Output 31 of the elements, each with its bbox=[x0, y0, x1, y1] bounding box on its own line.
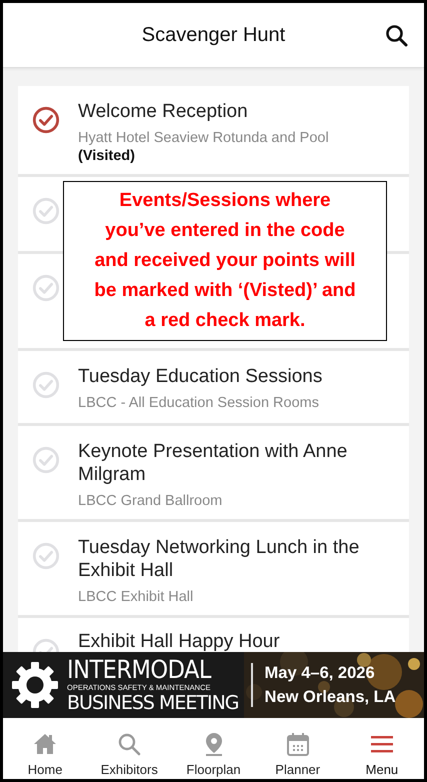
nav-tab[interactable]: Menu bbox=[340, 718, 424, 779]
event-title: Tuesday Education Sessions bbox=[78, 365, 324, 388]
event-card[interactable]: Keynote Presentation with Anne Milgram LBCC Grand Ballroom bbox=[18, 426, 409, 522]
event-location: Hyatt Hotel Seaview Rotunda and Pool bbox=[78, 130, 330, 146]
event-dates: May 4–6, 2026 bbox=[264, 663, 376, 684]
event-title: Welcome Reception bbox=[78, 100, 249, 123]
event-location: LBCC Exhibit Hall bbox=[78, 589, 194, 605]
event-place: New Orleans, LA bbox=[264, 687, 396, 708]
search-icon[interactable] bbox=[385, 24, 408, 47]
event-title: Keynote Presentation with Anne Milgram bbox=[78, 440, 348, 486]
search-icon bbox=[117, 732, 142, 756]
nav-tab[interactable]: Home bbox=[3, 718, 88, 779]
event-title: Exhibit Hall Happy Hour bbox=[78, 632, 281, 651]
event-location: LBCC - All Education Session Rooms bbox=[78, 395, 320, 411]
calendar-icon bbox=[286, 732, 310, 756]
event-card[interactable]: Exhibit Hall Happy Hour bbox=[18, 618, 409, 652]
event-card[interactable]: Tuesday Education Sessions LBCC - All Education Session Rooms bbox=[18, 351, 409, 426]
event-card[interactable]: Tuesday Networking Lunch in the Exhibit Hall LBCC Exhibit Hall bbox=[18, 522, 409, 618]
visited-label: (Visited) bbox=[78, 148, 136, 164]
event-name: INTERMODAL bbox=[67, 656, 212, 682]
callout-tooltip: Events/Sessions where you’ve entered in the code and received your points will be marked with ‘(Visted)’ and a red check mark. bbox=[63, 181, 387, 341]
event-location: LBCC Grand Ballroom bbox=[78, 493, 224, 509]
nav-tab[interactable]: Floorplan bbox=[171, 718, 256, 779]
nav-tab[interactable]: Exhibitors bbox=[87, 718, 172, 779]
gear-icon bbox=[11, 661, 59, 709]
nav-tab[interactable]: Planner bbox=[256, 718, 340, 779]
event-title: Tuesday Networking Lunch in the Exhibit Hall bbox=[78, 536, 360, 582]
home-icon bbox=[33, 732, 58, 756]
screen-title: Scavenger Hunt bbox=[142, 24, 286, 46]
event-name: BUSINESS MEETING bbox=[67, 692, 239, 714]
event-card[interactable]: Welcome Reception Hyatt Hotel Seaview Rotunda and Pool (Visited) bbox=[18, 86, 409, 177]
